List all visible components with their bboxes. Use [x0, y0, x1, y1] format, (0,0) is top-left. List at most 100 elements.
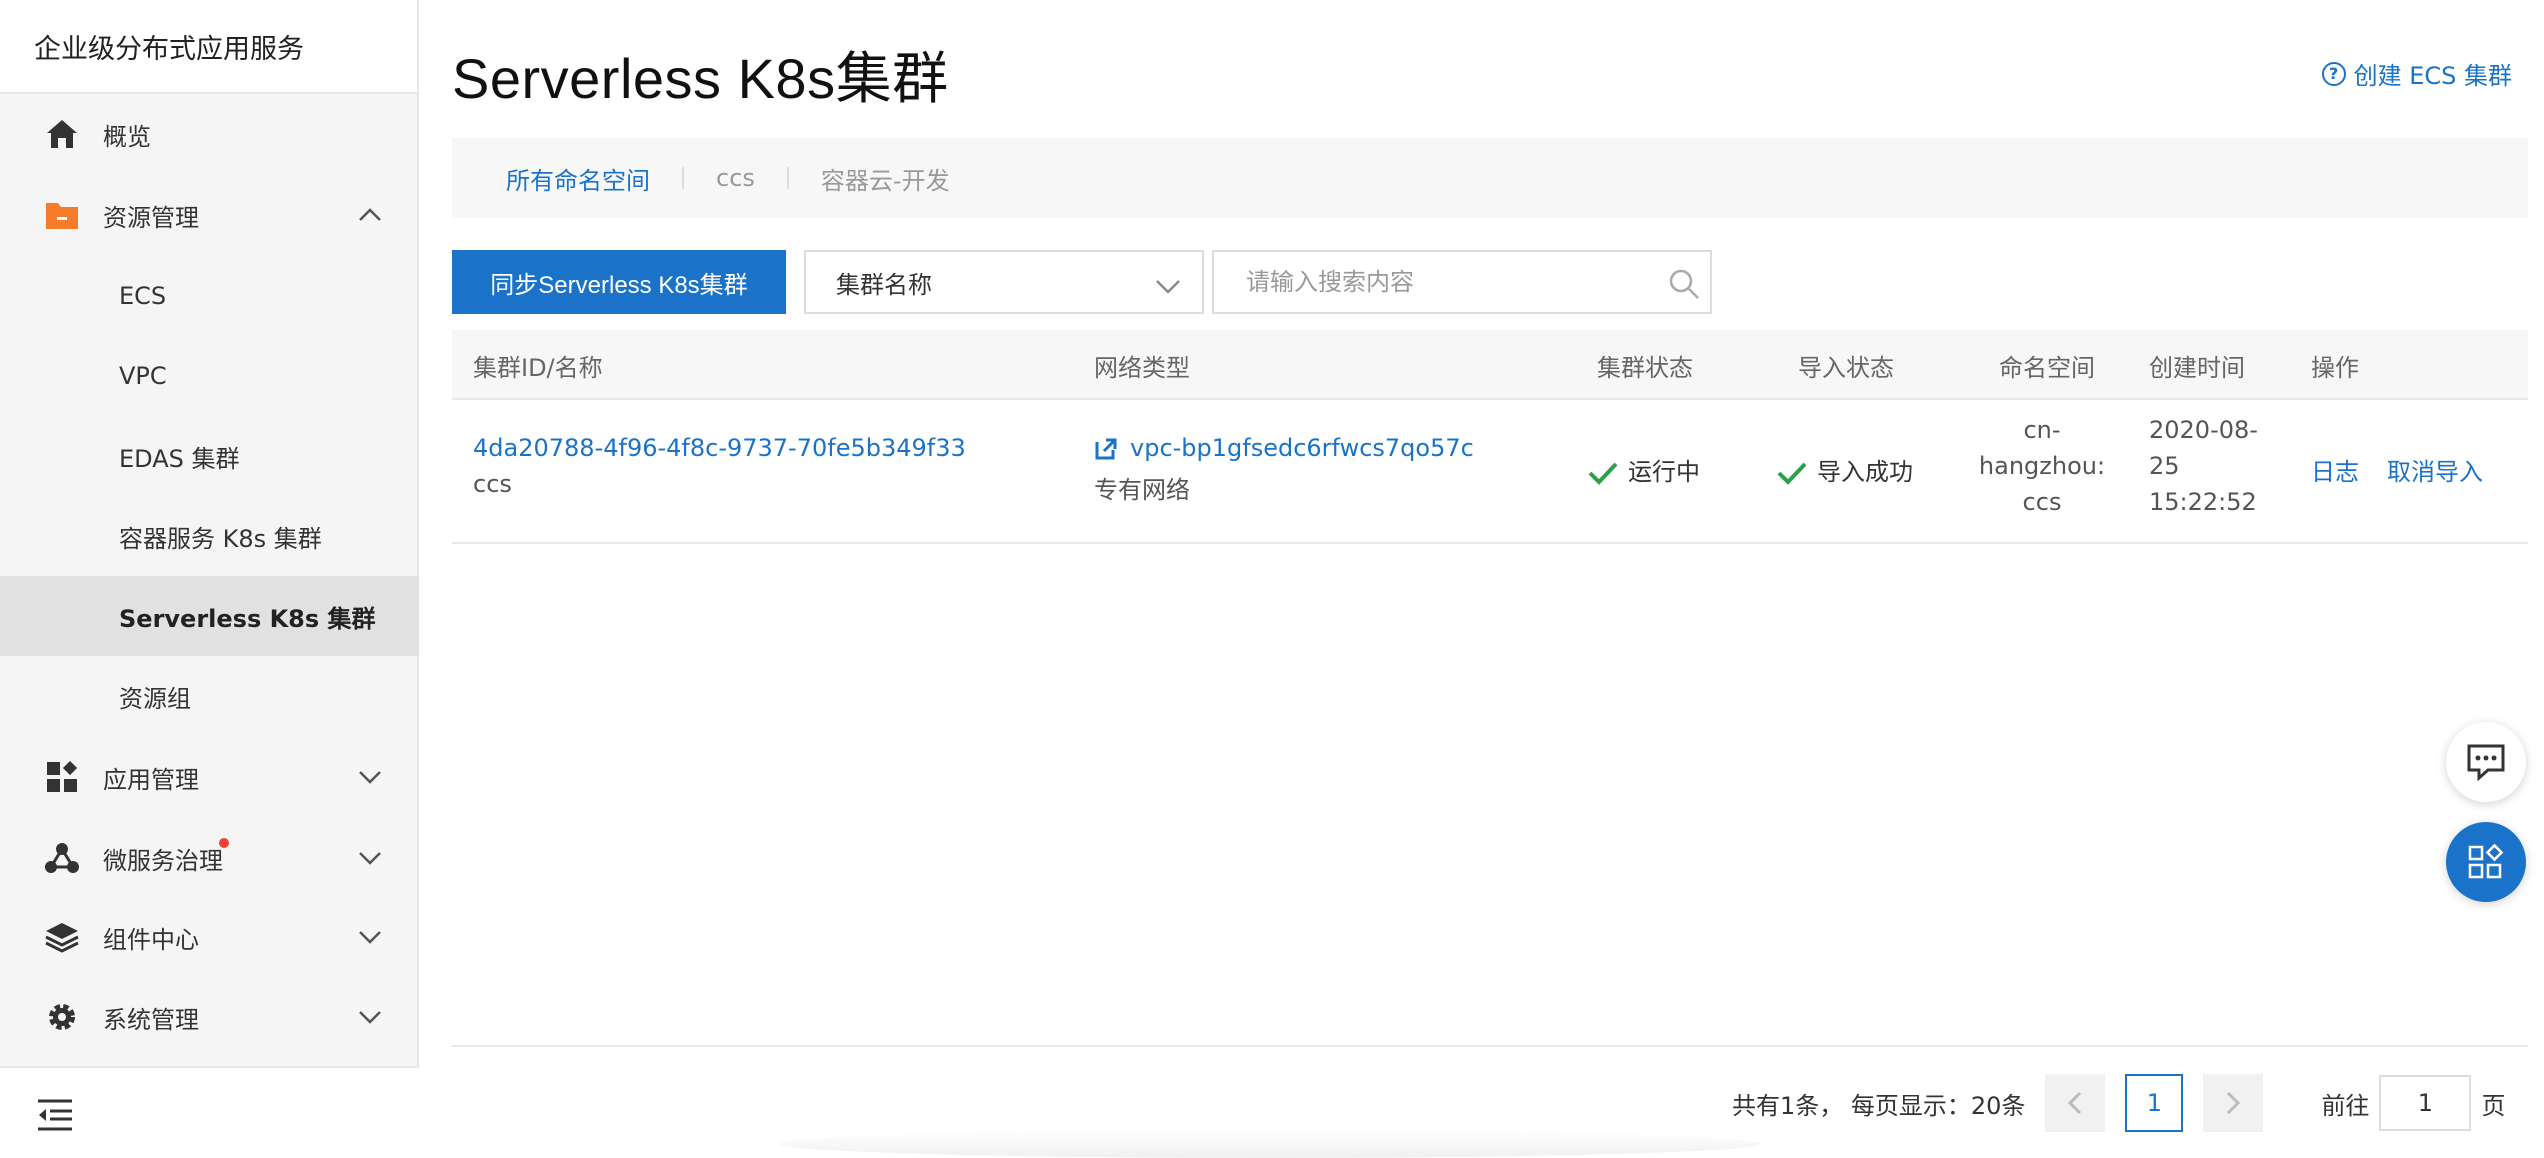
network-type: 专有网络	[1094, 476, 1190, 504]
sidebar: 企业级分布式应用服务 概览 资源管理 ECS VPC EDAS 集群 容器服务 …	[0, 0, 419, 1158]
quick-apps-button[interactable]	[2446, 822, 2526, 902]
column-header-network-type: 网络类型	[1094, 353, 1190, 382]
namespace-line-3: ccs	[2022, 488, 2062, 516]
home-icon	[44, 116, 80, 152]
vpc-link[interactable]: vpc-bp1gfsedc6rfwcs7qo57c	[1130, 434, 1474, 462]
tab-divider	[682, 167, 684, 189]
check-icon	[1777, 462, 1807, 485]
sidebar-subitem-resource-group[interactable]: 资源组	[0, 656, 419, 736]
import-status: 导入成功	[1777, 452, 1913, 487]
goto-page-input[interactable]	[2379, 1075, 2472, 1131]
table-row: 4da20788-4f96-4f8c-9737-70fe5b349f33 ccs…	[452, 400, 2528, 544]
search-icon[interactable]	[1668, 268, 1700, 300]
tab-ccs[interactable]: ccs	[716, 164, 755, 192]
main-content: Serverless K8s集群 ? 创建 ECS 集群 所有命名空间 ccs …	[420, 0, 2544, 1158]
microservice-icon	[44, 840, 80, 876]
sidebar-subitem-ecs[interactable]: ECS	[0, 256, 419, 336]
chevron-up-icon[interactable]	[357, 202, 383, 228]
brand-title: 企业级分布式应用服务	[0, 0, 417, 94]
sidebar-item-label: 资源管理	[103, 203, 199, 232]
log-link[interactable]: 日志	[2311, 452, 2359, 487]
sidebar-subitem-edas-cluster[interactable]: EDAS 集群	[0, 416, 419, 496]
column-header-cluster-id: 集群ID/名称	[473, 353, 603, 382]
apps-icon	[44, 759, 80, 795]
chevron-right-icon	[2227, 1091, 2241, 1115]
tab-all-namespaces[interactable]: 所有命名空间	[506, 161, 650, 196]
create-ecs-cluster-link[interactable]: ? 创建 ECS 集群	[2321, 56, 2512, 91]
tab-container-cloud-dev[interactable]: 容器云-开发	[821, 161, 950, 196]
created-line-1: 2020-08-	[2149, 416, 2258, 444]
sidebar-item-label: 概览	[103, 122, 151, 151]
chevron-down-icon[interactable]	[357, 1004, 383, 1030]
apps-grid-icon	[2468, 843, 2504, 879]
chevron-down-icon[interactable]	[357, 845, 383, 871]
help-icon: ?	[2321, 61, 2346, 86]
sidebar-subitem-vpc[interactable]: VPC	[0, 336, 419, 416]
search-field-select[interactable]: 集群名称	[804, 250, 1204, 314]
create-ecs-cluster-label: 创建 ECS 集群	[2353, 62, 2512, 90]
app-root: 企业级分布式应用服务 概览 资源管理 ECS VPC EDAS 集群 容器服务 …	[0, 0, 2544, 1158]
cluster-status-text: 运行中	[1628, 458, 1700, 486]
collapse-menu-icon	[38, 1099, 72, 1131]
cluster-name: ccs	[473, 470, 512, 498]
sidebar-subitem-k8s-cluster[interactable]: 容器服务 K8s 集群	[0, 496, 419, 576]
tab-divider	[786, 167, 789, 189]
layers-icon	[44, 919, 80, 955]
prev-page-button[interactable]	[2045, 1074, 2106, 1132]
chevron-down-icon	[1156, 280, 1180, 294]
toolbar: 同步Serverless K8s集群 集群名称	[452, 250, 1712, 314]
pagination: 共有1条， 每页显示：20条 1 前往 页	[1732, 1074, 2505, 1132]
pagination-summary: 共有1条， 每页显示：20条	[1732, 1091, 2026, 1120]
cancel-import-link[interactable]: 取消导入	[2387, 452, 2483, 487]
chevron-down-icon[interactable]	[357, 924, 383, 950]
sidebar-item-overview[interactable]: 概览	[0, 94, 419, 174]
gear-icon	[44, 999, 80, 1035]
table-header: 集群ID/名称 网络类型 集群状态 导入状态 命名空间 创建时间 操作	[452, 330, 2528, 400]
created-line-2: 25	[2149, 452, 2180, 480]
next-page-button[interactable]	[2203, 1074, 2264, 1132]
footer-divider	[452, 1045, 2528, 1047]
column-header-cluster-status: 集群状态	[1597, 353, 1693, 382]
created-line-3: 15:22:52	[2149, 488, 2257, 516]
sidebar-item-microservice[interactable]: 微服务治理	[0, 818, 419, 898]
select-value: 集群名称	[836, 270, 932, 299]
cluster-status: 运行中	[1588, 452, 1700, 487]
chevron-left-icon	[2068, 1091, 2082, 1115]
sidebar-item-label: 组件中心	[103, 925, 199, 954]
cluster-id-link[interactable]: 4da20788-4f96-4f8c-9737-70fe5b349f33	[473, 434, 966, 462]
vpc-link-wrap[interactable]: vpc-bp1gfsedc6rfwcs7qo57c	[1094, 434, 1474, 462]
clusters-table: 集群ID/名称 网络类型 集群状态 导入状态 命名空间 创建时间 操作 4da2…	[452, 330, 2528, 544]
sidebar-item-resource-management[interactable]: 资源管理	[0, 175, 419, 255]
sidebar-subitem-serverless-k8s[interactable]: Serverless K8s 集群	[0, 576, 419, 656]
external-link-icon	[1095, 438, 1117, 460]
namespace-line-2: hangzhou:	[1978, 452, 2106, 480]
sidebar-item-system-management[interactable]: 系统管理	[0, 977, 419, 1057]
column-header-namespace: 命名空间	[1999, 353, 2095, 382]
sidebar-item-label: 微服务治理	[103, 846, 223, 875]
namespace-line-1: cn-	[2023, 416, 2061, 444]
sidebar-collapse-button[interactable]	[0, 1066, 419, 1158]
namespace-tabs: 所有命名空间 ccs 容器云-开发	[452, 138, 2528, 218]
folder-icon	[44, 197, 80, 233]
page-title: Serverless K8s集群	[452, 47, 949, 110]
page-suffix: 页	[2481, 1091, 2506, 1120]
search-input[interactable]	[1214, 252, 1710, 312]
sync-serverless-k8s-button[interactable]: 同步Serverless K8s集群	[452, 250, 786, 314]
chat-icon	[2467, 744, 2505, 781]
page-number-current[interactable]: 1	[2125, 1074, 2184, 1132]
column-header-actions: 操作	[2311, 353, 2359, 382]
column-header-import-status: 导入状态	[1798, 353, 1894, 382]
check-icon	[1588, 462, 1618, 485]
import-status-text: 导入成功	[1817, 458, 1913, 486]
sidebar-item-label: 应用管理	[103, 765, 199, 794]
bottom-shadow	[780, 1130, 1760, 1158]
notification-dot	[219, 838, 229, 848]
column-header-created: 创建时间	[2149, 353, 2245, 382]
sidebar-item-component-center[interactable]: 组件中心	[0, 897, 419, 977]
sidebar-item-label: 系统管理	[103, 1005, 199, 1034]
chevron-down-icon[interactable]	[357, 764, 383, 790]
sidebar-item-app-management[interactable]: 应用管理	[0, 737, 419, 817]
goto-label: 前往	[2321, 1091, 2370, 1120]
chat-button[interactable]	[2446, 722, 2526, 802]
search-box	[1212, 250, 1712, 314]
